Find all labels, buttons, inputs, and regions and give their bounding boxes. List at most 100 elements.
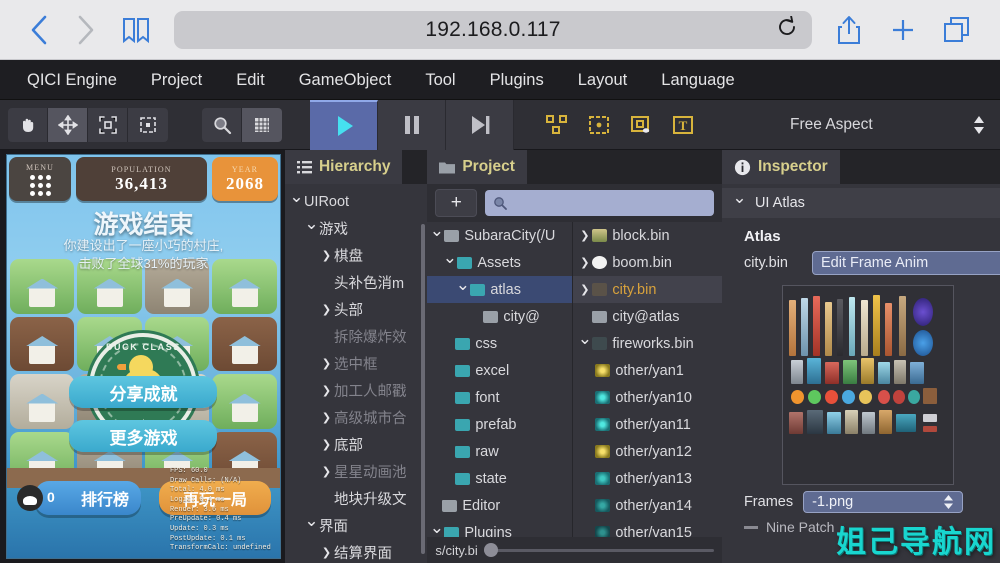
- project-file-row[interactable]: other/yan13: [573, 465, 722, 492]
- project-tree-row[interactable]: SubaraCity(/U: [427, 222, 572, 249]
- project-tree-row[interactable]: font: [427, 384, 572, 411]
- menu-item-language[interactable]: Language: [644, 60, 751, 100]
- reload-icon[interactable]: [776, 15, 798, 44]
- grid-tool[interactable]: [242, 107, 282, 142]
- project-tree-row[interactable]: Plugins: [427, 519, 572, 537]
- thumbnail-size-slider[interactable]: [483, 543, 714, 557]
- chevron-right-icon[interactable]: [577, 283, 592, 296]
- menu-item-project[interactable]: Project: [134, 60, 219, 100]
- share-achievement-button[interactable]: 分享成就: [69, 376, 218, 408]
- chevron-down-icon[interactable]: [429, 226, 444, 246]
- chevron-down-icon[interactable]: [289, 192, 304, 212]
- menu-item-layout[interactable]: Layout: [561, 60, 645, 100]
- hierarchy-row[interactable]: 头部: [285, 296, 427, 323]
- aspect-ratio-dropdown[interactable]: Free Aspect: [750, 114, 1000, 136]
- chevron-down-icon[interactable]: [732, 193, 747, 213]
- url-bar[interactable]: 192.168.0.117: [174, 10, 812, 49]
- chevron-down-icon[interactable]: [442, 253, 457, 273]
- project-file-row[interactable]: boom.bin: [573, 249, 722, 276]
- chevron-right-icon[interactable]: [319, 357, 334, 370]
- add-asset-button[interactable]: +: [435, 189, 478, 217]
- project-tree-row[interactable]: atlas: [427, 276, 573, 303]
- zoom-tool[interactable]: [202, 107, 242, 142]
- project-file-row[interactable]: other/van15: [573, 519, 722, 537]
- project-tree-row[interactable]: Editor: [427, 492, 572, 519]
- chevron-down-icon[interactable]: [455, 280, 470, 300]
- project-tree-row[interactable]: css: [427, 330, 572, 357]
- project-tree-row[interactable]: raw: [427, 438, 572, 465]
- atlas-preview-image[interactable]: [781, 285, 954, 485]
- project-file-row[interactable]: block.bin: [573, 222, 722, 249]
- chevron-down-icon[interactable]: [577, 334, 592, 354]
- project-file-row[interactable]: fireworks.bin: [573, 330, 722, 357]
- hud-menu-button[interactable]: MENU: [9, 157, 71, 201]
- chevron-right-icon[interactable]: [319, 303, 334, 316]
- hierarchy-row[interactable]: 界面: [285, 512, 427, 539]
- hierarchy-row[interactable]: UIRoot: [285, 188, 427, 215]
- project-tree-row[interactable]: prefab: [427, 411, 572, 438]
- chevron-right-icon[interactable]: [319, 384, 334, 397]
- hierarchy-row[interactable]: 头补色消m: [285, 269, 427, 296]
- menu-item-gameobject[interactable]: GameObject: [282, 60, 409, 100]
- project-file-row[interactable]: city.bin: [573, 276, 722, 303]
- hierarchy-row[interactable]: 高级城市合: [285, 404, 427, 431]
- play-button[interactable]: [310, 99, 378, 150]
- new-tab-button[interactable]: [876, 7, 930, 53]
- chevron-right-icon[interactable]: [319, 465, 334, 478]
- project-tree-row[interactable]: Assets: [427, 249, 572, 276]
- hierarchy-row[interactable]: 选中框: [285, 350, 427, 377]
- hierarchy-row[interactable]: 游戏: [285, 215, 427, 242]
- project-tree[interactable]: SubaraCity(/U Assets atlas city@ css exc…: [427, 222, 574, 537]
- bounds-toggle[interactable]: [578, 105, 620, 145]
- hierarchy-scrollbar[interactable]: [421, 224, 426, 554]
- edit-frame-animation-button[interactable]: Edit Frame Anim: [812, 251, 1000, 275]
- hierarchy-row[interactable]: 星星动画池: [285, 458, 427, 485]
- back-button[interactable]: [16, 7, 62, 53]
- ui-atlas-section-header[interactable]: UI Atlas: [721, 188, 1000, 218]
- move-tool[interactable]: [48, 107, 88, 142]
- project-tree-row[interactable]: city@: [427, 303, 572, 330]
- step-button[interactable]: [446, 99, 514, 150]
- hierarchy-row[interactable]: 底部: [285, 431, 427, 458]
- hierarchy-row[interactable]: 加工人邮戳: [285, 377, 427, 404]
- anchor-toggle[interactable]: [620, 105, 662, 145]
- chevron-right-icon[interactable]: [577, 256, 592, 269]
- chevron-right-icon[interactable]: [319, 546, 334, 559]
- forward-button[interactable]: [62, 7, 108, 53]
- menu-item-plugins[interactable]: Plugins: [473, 60, 561, 100]
- slider-knob[interactable]: [483, 543, 498, 557]
- project-tree-row[interactable]: state: [427, 465, 572, 492]
- project-search-field[interactable]: [485, 190, 714, 216]
- chevron-right-icon[interactable]: [319, 438, 334, 451]
- project-file-row[interactable]: other/yan11: [573, 411, 722, 438]
- chevron-down-icon[interactable]: [304, 516, 319, 536]
- bookmarks-button[interactable]: [108, 7, 164, 53]
- menu-item-tool[interactable]: Tool: [408, 60, 472, 100]
- more-games-button[interactable]: 更多游戏: [69, 420, 218, 452]
- project-tree-row[interactable]: excel: [427, 357, 572, 384]
- tab-hierarchy[interactable]: Hierarchy: [284, 150, 403, 184]
- game-canvas[interactable]: MENU POPULATION 36,413 YEAR 2068 游戏结束 你建…: [6, 154, 281, 559]
- hand-tool[interactable]: [8, 107, 48, 142]
- chevron-down-icon[interactable]: [304, 219, 319, 239]
- hierarchy-row[interactable]: 拆除爆炸效: [285, 323, 427, 350]
- project-file-row[interactable]: other/yan10: [573, 384, 722, 411]
- frames-dropdown[interactable]: -1.png: [803, 491, 964, 513]
- chevron-right-icon[interactable]: [577, 229, 592, 242]
- tab-inspector[interactable]: Inspector: [721, 150, 840, 184]
- menu-item-edit[interactable]: Edit: [219, 60, 281, 100]
- project-file-row[interactable]: city@atlas: [573, 303, 722, 330]
- share-button[interactable]: [822, 7, 876, 53]
- pause-button[interactable]: [378, 99, 446, 150]
- menu-item-qici-engine[interactable]: QICI Engine: [10, 60, 134, 100]
- chevron-down-icon[interactable]: [429, 523, 444, 538]
- project-file-list[interactable]: block.bin boom.bin city.bin city@atlas f…: [573, 222, 722, 537]
- text-toggle[interactable]: T: [662, 105, 704, 145]
- chevron-right-icon[interactable]: [319, 411, 334, 424]
- scale-tool[interactable]: [88, 107, 128, 142]
- tabs-button[interactable]: [930, 7, 984, 53]
- chevron-right-icon[interactable]: [319, 249, 334, 262]
- project-file-row[interactable]: other/yan1: [573, 357, 722, 384]
- hierarchy-row[interactable]: 地块升级文: [285, 485, 427, 512]
- project-file-row[interactable]: other/yan12: [573, 438, 722, 465]
